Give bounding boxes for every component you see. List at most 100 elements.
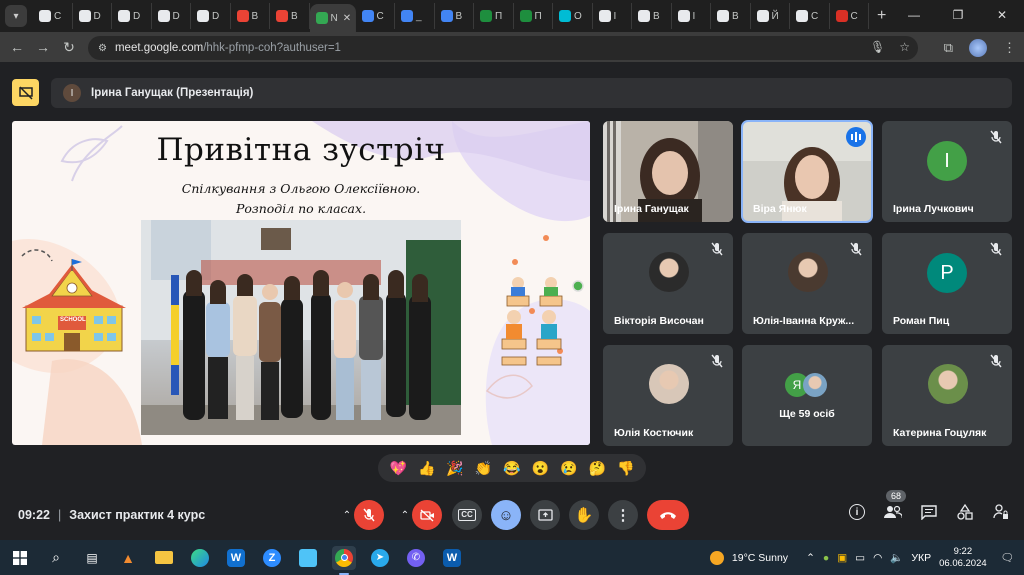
windows-start-icon[interactable]: [8, 546, 32, 570]
presentation-icon[interactable]: [12, 79, 39, 106]
tab-favicon-icon: [315, 12, 328, 24]
browser-tab[interactable]: Й: [751, 3, 790, 29]
participant-tile[interactable]: P Роман Пиц: [882, 233, 1012, 334]
meeting-info: 09:22 | Захист практик 4 курс: [18, 508, 205, 522]
browser-tab[interactable]: D: [112, 3, 152, 29]
browser-tab[interactable]: B: [435, 3, 474, 29]
forward-button[interactable]: →: [30, 39, 56, 55]
url-field[interactable]: ⚙ meet.google.com/hhk-pfmp-coh?authuser=…: [88, 36, 918, 60]
browser-tab[interactable]: I: [672, 3, 711, 29]
browser-tab[interactable]: C: [790, 3, 830, 29]
meeting-details-button[interactable]: i: [848, 503, 866, 521]
camera-off-button[interactable]: [412, 500, 442, 530]
zoom-icon[interactable]: Z: [260, 546, 284, 570]
language-indicator[interactable]: УКР: [911, 552, 931, 564]
tab-favicon-icon: [598, 10, 611, 22]
more-vert-icon: ⋮: [615, 507, 631, 524]
browser-tab[interactable]: B: [270, 3, 310, 29]
reload-button[interactable]: ↻: [56, 39, 82, 56]
microphone-icon[interactable]: 🎙: [870, 40, 885, 54]
chat-button[interactable]: [920, 503, 938, 521]
mic-off-icon: [363, 508, 375, 522]
reaction-emoji-button[interactable]: 🤔: [589, 460, 606, 477]
participant-tile[interactable]: Віра Янюк: [741, 120, 873, 223]
tab-close-icon[interactable]: ✕: [343, 13, 351, 24]
participant-tile[interactable]: Я Ще 59 осіб: [742, 345, 872, 446]
participant-tile[interactable]: I Ірина Лучкович: [882, 121, 1012, 222]
people-button[interactable]: 68: [884, 490, 907, 521]
viber-icon[interactable]: ✆: [404, 546, 428, 570]
host-controls-button[interactable]: [992, 503, 1010, 521]
close-window-button[interactable]: ✕: [980, 0, 1024, 32]
participant-tile[interactable]: Юлія Костючик: [603, 345, 733, 446]
browser-tab[interactable]: D: [73, 3, 112, 29]
browser-tab[interactable]: _: [395, 3, 435, 29]
minimize-button[interactable]: —: [892, 0, 936, 32]
browser-tab[interactable]: C: [33, 3, 73, 29]
activities-button[interactable]: [956, 503, 974, 521]
participant-tile[interactable]: Юлія-Іванна Круж...: [742, 233, 872, 334]
more-options-button[interactable]: ⋮: [608, 500, 638, 530]
present-screen-button[interactable]: [530, 500, 560, 530]
browser-tab[interactable]: B: [231, 3, 270, 29]
new-tab-button[interactable]: +: [877, 7, 886, 25]
tab-search-button[interactable]: ▾: [5, 5, 27, 27]
wifi-icon[interactable]: ◠: [873, 552, 882, 564]
browser-tab[interactable]: П: [514, 3, 553, 29]
tray-expand-icon[interactable]: ⌃: [806, 552, 815, 564]
telegram-icon[interactable]: ➤: [368, 546, 392, 570]
reaction-emoji-button[interactable]: 👍: [418, 460, 435, 477]
browser-tab[interactable]: D: [152, 3, 191, 29]
participant-avatar: P: [927, 253, 967, 293]
back-button[interactable]: ←: [4, 39, 30, 55]
task-view-icon[interactable]: ▤: [80, 546, 104, 570]
reaction-emoji-button[interactable]: 😮: [532, 460, 549, 477]
webex-meetings-icon[interactable]: W: [440, 546, 464, 570]
browser-tab[interactable]: B: [632, 3, 672, 29]
vlc-icon[interactable]: ▲: [116, 546, 140, 570]
profile-avatar[interactable]: [969, 39, 987, 57]
browser-tab[interactable]: C: [830, 3, 869, 29]
raise-hand-button[interactable]: ✋: [569, 500, 599, 530]
mic-off-button[interactable]: [354, 500, 384, 530]
browser-tab[interactable]: O: [553, 3, 593, 29]
browser-tab[interactable]: D: [191, 3, 231, 29]
captions-button[interactable]: CC: [452, 500, 482, 530]
tab-label: I: [613, 10, 617, 22]
webex-icon[interactable]: W: [224, 546, 248, 570]
browser-tab[interactable]: П: [474, 3, 514, 29]
emoji-reactions-button[interactable]: ☺: [491, 500, 521, 530]
reaction-emoji-button[interactable]: 🎉: [446, 460, 463, 477]
bookmark-star-icon[interactable]: ☆: [899, 40, 910, 54]
search-icon[interactable]: ⌕: [44, 546, 68, 570]
browser-tab[interactable]: B: [711, 3, 751, 29]
browser-menu-icon[interactable]: ⋮: [1003, 40, 1016, 56]
leave-call-button[interactable]: [647, 500, 689, 530]
clock[interactable]: 9:22 06.06.2024: [939, 546, 987, 570]
notifications-icon[interactable]: 🗨: [1001, 551, 1014, 564]
site-info-icon[interactable]: ⚙: [98, 43, 107, 54]
reaction-emoji-button[interactable]: 😂: [503, 460, 520, 477]
browser-tab[interactable]: I: [593, 3, 632, 29]
reaction-emoji-button[interactable]: 👎: [617, 460, 634, 477]
reaction-emoji-button[interactable]: 💖: [390, 460, 407, 477]
browser-tab[interactable]: C: [356, 3, 395, 29]
browser-tab[interactable]: N ✕: [309, 4, 356, 32]
reaction-emoji-button[interactable]: 👏: [475, 460, 492, 477]
battery-icon[interactable]: ▭: [855, 552, 865, 564]
edge-icon[interactable]: [188, 546, 212, 570]
photos-icon[interactable]: [296, 546, 320, 570]
tab-favicon-icon: [276, 10, 288, 22]
reaction-emoji-button[interactable]: 😢: [560, 460, 577, 477]
tray-app-icon[interactable]: ●: [823, 552, 829, 564]
file-explorer-icon[interactable]: [152, 546, 176, 570]
weather-text[interactable]: 19°C Sunny: [732, 552, 788, 564]
extensions-icon[interactable]: ⧉: [944, 40, 953, 56]
chrome-icon[interactable]: [332, 545, 356, 575]
volume-icon[interactable]: 🔈: [890, 551, 903, 564]
restore-button[interactable]: ❐: [936, 0, 980, 32]
tray-app-icon-2[interactable]: ▣: [837, 552, 847, 564]
participant-tile[interactable]: Катерина Гоцуляк: [882, 345, 1012, 446]
participant-tile[interactable]: Ірина Ганущак: [603, 121, 733, 222]
participant-tile[interactable]: Вікторія Височан: [603, 233, 733, 334]
